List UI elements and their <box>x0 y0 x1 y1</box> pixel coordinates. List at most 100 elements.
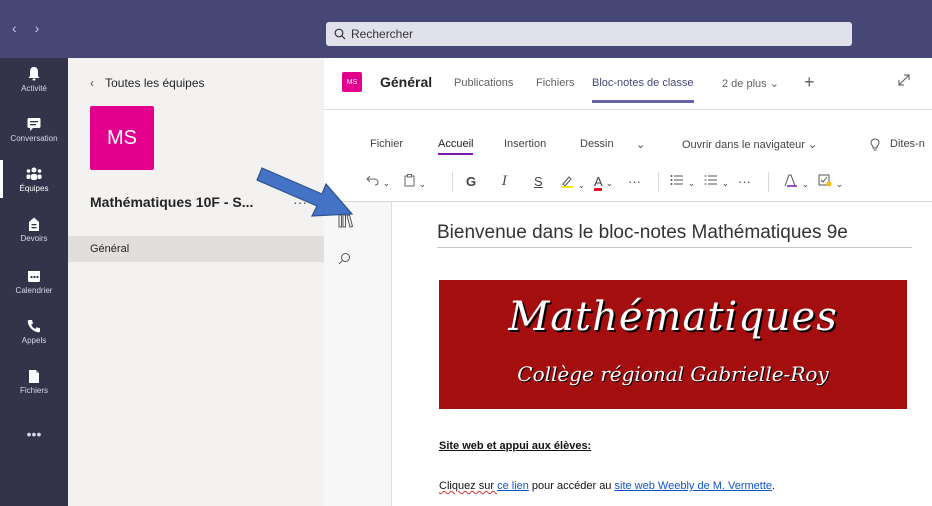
rail-label: Appels <box>21 336 47 345</box>
page-title[interactable]: Bienvenue dans le bloc-notes Mathématiqu… <box>437 222 912 248</box>
channel-avatar: MS <box>342 72 362 92</box>
rail-label: Équipes <box>19 184 49 193</box>
teams-window: ‹ › Rechercher Activité Conversation Équ… <box>0 0 932 506</box>
top-bar: ‹ › Rechercher <box>0 0 932 58</box>
rail-item-files[interactable]: Fichiers <box>0 368 68 395</box>
ribbon-separator <box>768 172 769 192</box>
channel-title: Général <box>380 74 433 90</box>
para-prefix: Cliquez sur <box>439 480 498 492</box>
italic-button[interactable]: I <box>502 174 507 189</box>
rail-item-calls[interactable]: Appels <box>0 318 68 345</box>
ribbon-tabs-overflow[interactable]: ⌄ <box>636 138 645 151</box>
more-formatting-button[interactable]: ··· <box>628 174 641 189</box>
font-color-button[interactable]: A ⌄ <box>594 174 613 189</box>
bullets-dropdown: ⌄ <box>687 178 696 188</box>
styles-dropdown: ⌄ <box>801 179 810 189</box>
chat-icon <box>27 118 41 131</box>
rail-item-activity[interactable]: Activité <box>0 66 68 93</box>
tags-button[interactable]: ⌄ <box>818 174 843 190</box>
bullet-list-icon <box>670 175 683 185</box>
tab-publications[interactable]: Publications <box>454 77 513 89</box>
styles-icon <box>784 174 797 187</box>
more-paragraph-button[interactable]: ··· <box>738 174 751 189</box>
add-tab-button[interactable]: + <box>804 72 815 93</box>
lightbulb-icon <box>870 138 880 151</box>
rail-label: Conversation <box>10 134 58 143</box>
channel-item-general[interactable]: Général <box>68 236 324 262</box>
clipboard-icon <box>404 174 415 187</box>
font-color-icon: A <box>594 174 602 189</box>
math-banner-image: Mathématiques Collège régional Gabrielle… <box>439 280 907 409</box>
ribbon-separator <box>452 172 453 192</box>
undo-dropdown: ⌄ <box>382 178 391 188</box>
notebook-page: Bienvenue dans le bloc-notes Mathématiqu… <box>393 202 932 506</box>
bell-icon <box>28 67 40 81</box>
back-arrow-icon[interactable]: ‹ <box>12 20 17 36</box>
rail-more-apps[interactable]: ••• <box>0 426 68 442</box>
chevron-left-icon: ‹ <box>90 76 94 90</box>
rail-label: Calendrier <box>15 286 53 295</box>
rail-label: Activité <box>21 84 47 93</box>
tags-dropdown: ⌄ <box>835 179 844 189</box>
forward-arrow-icon[interactable]: › <box>35 20 40 36</box>
rail-item-teams[interactable]: Équipes <box>0 160 68 198</box>
tab-fichiers[interactable]: Fichiers <box>536 77 575 89</box>
underline-button[interactable]: S <box>534 174 543 189</box>
ribbon-tab-accueil[interactable]: Accueil <box>438 138 474 155</box>
all-teams-link[interactable]: ‹ Toutes les équipes <box>90 76 205 90</box>
notebook-nav-column <box>324 202 392 506</box>
highlight-button[interactable]: ⌄ <box>560 174 585 191</box>
para-middle: pour accéder au <box>528 480 615 492</box>
numbered-list-icon <box>704 175 717 185</box>
ce-lien-link[interactable]: ce lien <box>497 480 529 492</box>
tab-more[interactable]: 2 de plus ⌄ <box>722 77 779 90</box>
tag-checkbox-icon <box>818 174 832 187</box>
ribbon-tab-insertion[interactable]: Insertion <box>504 138 546 150</box>
numbering-button[interactable]: ⌄ <box>704 174 729 189</box>
tell-me-search[interactable]: Dites-n <box>890 138 925 150</box>
history-nav: ‹ › <box>12 20 53 36</box>
phone-icon <box>27 320 40 333</box>
assignments-icon <box>29 217 39 231</box>
file-icon <box>29 370 39 383</box>
undo-button[interactable]: ⌄ <box>366 174 390 189</box>
rail-item-conversation[interactable]: Conversation <box>0 116 68 143</box>
banner-subtitle: Collège régional Gabrielle-Roy <box>517 362 829 386</box>
paste-button[interactable]: ⌄ <box>404 174 426 190</box>
section-heading: Site web et appui aux élèves: <box>439 440 592 452</box>
search-placeholder: Rechercher <box>351 27 414 41</box>
banner-title: Mathématiques <box>508 294 838 340</box>
channel-header: MS Général Publications Fichiers Bloc-no… <box>324 58 932 110</box>
rail-item-assignments[interactable]: Devoirs <box>0 216 68 243</box>
numbering-dropdown: ⌄ <box>721 178 730 188</box>
para-suffix: . <box>772 480 776 492</box>
annotation-arrow-icon <box>256 167 354 217</box>
rail-label: Devoirs <box>20 234 48 243</box>
app-rail: Activité Conversation Équipes Devoirs Ca… <box>0 58 68 506</box>
rail-item-calendar[interactable]: Calendrier <box>0 268 68 295</box>
teams-icon <box>26 167 42 180</box>
more-icon: ••• <box>26 426 42 442</box>
page-paragraph: Cliquez sur ce lien pour accéder au site… <box>439 480 775 492</box>
ribbon-separator <box>658 172 659 192</box>
team-avatar: MS <box>90 106 154 170</box>
team-panel: ‹ Toutes les équipes MS Mathématiques 10… <box>68 58 324 506</box>
tab-bloc-notes[interactable]: Bloc-notes de classe <box>592 77 694 103</box>
ribbon-tab-fichier[interactable]: Fichier <box>370 138 403 150</box>
search-input[interactable]: Rechercher <box>326 22 852 46</box>
onenote-ribbon: Fichier Accueil Insertion Dessin ⌄ Ouvri… <box>324 110 932 202</box>
weebly-site-link[interactable]: site web Weebly de M. Vermette <box>615 480 773 492</box>
expand-icon[interactable] <box>898 74 910 86</box>
search-icon[interactable] <box>338 252 351 265</box>
undo-icon <box>366 175 379 186</box>
ribbon-tab-dessin[interactable]: Dessin <box>580 138 614 150</box>
paste-dropdown: ⌄ <box>418 179 427 189</box>
bold-button[interactable]: G <box>466 174 476 189</box>
all-teams-label: Toutes les équipes <box>105 76 205 90</box>
calendar-icon <box>28 271 40 282</box>
team-name: Mathématiques 10F - S... <box>90 194 254 210</box>
open-in-browser-button[interactable]: Ouvrir dans le navigateur ⌄ <box>682 138 817 151</box>
styles-button[interactable]: ⌄ <box>784 174 809 190</box>
bullets-button[interactable]: ⌄ <box>670 174 695 189</box>
search-icon <box>334 28 346 40</box>
